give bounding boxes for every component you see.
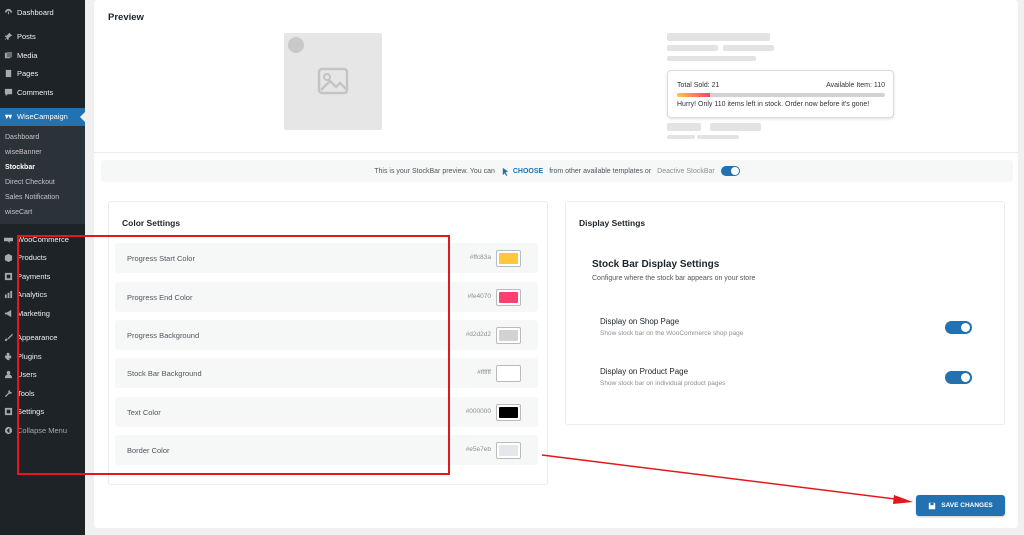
save-icon xyxy=(929,502,936,509)
submenu-item-wisecart[interactable]: wiseCart xyxy=(0,205,85,220)
color-swatch[interactable] xyxy=(496,404,521,421)
submenu-item-sales-notification[interactable]: Sales Notification xyxy=(0,190,85,205)
dashboard-icon xyxy=(4,8,13,17)
option-title: Display on Product Page xyxy=(600,367,689,376)
save-label: SAVE CHANGES xyxy=(941,502,993,509)
color-hex: #e5e7eb xyxy=(465,446,491,453)
color-swatch[interactable] xyxy=(496,327,521,344)
skeleton-line xyxy=(697,135,739,139)
color-hex: #ffffff xyxy=(477,369,491,376)
swatch-fill xyxy=(499,368,518,379)
shop-page-toggle[interactable] xyxy=(945,321,972,334)
sidebar-item-comments[interactable]: Comments xyxy=(0,83,85,102)
available-items: Available Item: 110 xyxy=(826,82,885,89)
color-swatch[interactable] xyxy=(496,250,521,267)
color-swatch[interactable] xyxy=(496,289,521,306)
sidebar-item-label: Posts xyxy=(17,32,36,42)
stock-bar-preview: Total Sold: 21 Available Item: 110 Hurry… xyxy=(667,70,894,118)
choose-label: CHOOSE xyxy=(512,167,544,175)
stockbar-toggle[interactable] xyxy=(720,166,740,176)
sidebar-item-label: Dashboard xyxy=(17,7,54,17)
highlight-box xyxy=(17,235,450,475)
plugin-icon xyxy=(4,352,13,361)
megaphone-icon xyxy=(4,309,13,318)
sidebar-item-label: WiseCampaign xyxy=(17,112,68,122)
swatch-fill xyxy=(499,407,518,418)
skeleton-line xyxy=(667,33,770,41)
comment-icon xyxy=(4,88,13,97)
submenu: Dashboard wiseBanner Stockbar Direct Che… xyxy=(0,126,85,224)
pointer-icon xyxy=(502,167,509,176)
option-shop-page: Display on Shop Page Show stock bar on t… xyxy=(600,317,980,337)
color-hex: #000000 xyxy=(465,408,491,415)
settings-icon xyxy=(4,407,13,416)
collapse-icon xyxy=(4,426,13,435)
swatch-fill xyxy=(499,330,518,341)
display-settings-panel: Display Settings Stock Bar Display Setti… xyxy=(565,201,1005,425)
color-hex: #ffc83a xyxy=(469,254,491,261)
wrench-icon xyxy=(4,389,13,398)
sidebar-item-label: Pages xyxy=(17,69,39,79)
preview-title: Preview xyxy=(108,12,144,23)
stock-message: Hurry! Only 110 items left in stock. Ord… xyxy=(677,101,870,108)
payment-icon xyxy=(4,272,13,281)
pin-icon xyxy=(4,32,13,41)
submenu-item-stockbar[interactable]: Stockbar xyxy=(0,160,85,175)
option-title: Display on Shop Page xyxy=(600,317,680,326)
skeleton-line xyxy=(723,45,774,51)
swatch-fill xyxy=(499,253,518,264)
color-hex: #d2d2d2 xyxy=(465,331,491,338)
swatch-fill xyxy=(499,445,518,456)
media-icon xyxy=(4,51,13,60)
wisecampaign-icon xyxy=(4,112,13,121)
submenu-item-dashboard[interactable]: Dashboard xyxy=(0,130,85,145)
display-settings-heading: Stock Bar Display Settings xyxy=(592,259,720,270)
skeleton-line xyxy=(710,123,761,131)
option-product-page: Display on Product Page Show stock bar o… xyxy=(600,367,980,387)
skeleton-line xyxy=(667,45,718,51)
color-settings-title: Color Settings xyxy=(122,218,181,228)
sidebar-item-pages[interactable]: Pages xyxy=(0,65,85,84)
skeleton-line xyxy=(667,56,756,61)
user-icon xyxy=(4,370,13,379)
sidebar-item-label: Media xyxy=(17,50,38,60)
skeleton-line xyxy=(667,135,695,139)
notice-suffix: from other available templates or xyxy=(549,167,652,175)
product-image-placeholder xyxy=(284,33,382,130)
display-settings-subtitle: Configure where the stock bar appears on… xyxy=(592,275,756,282)
color-swatch[interactable] xyxy=(496,365,521,382)
brush-icon xyxy=(4,333,14,342)
swatch-fill xyxy=(499,292,518,303)
page-icon xyxy=(4,69,13,78)
submenu-item-direct-checkout[interactable]: Direct Checkout xyxy=(0,175,85,190)
sidebar-item-wisecampaign[interactable]: WiseCampaign xyxy=(0,107,85,126)
product-page-toggle[interactable] xyxy=(945,371,972,384)
option-description: Show stock bar on the WooCommerce shop p… xyxy=(600,330,744,337)
submenu-item-wisebanner[interactable]: wiseBanner xyxy=(0,145,85,160)
total-sold: Total Sold: 21 xyxy=(677,82,720,89)
notice-text: This is your StockBar preview. You can xyxy=(374,167,495,175)
color-swatch[interactable] xyxy=(496,442,521,459)
deactivate-label: Deactive StockBar xyxy=(657,167,715,175)
choose-template-link[interactable]: CHOOSE xyxy=(501,167,543,176)
display-settings-title: Display Settings xyxy=(579,218,646,228)
option-description: Show stock bar on individual product pag… xyxy=(600,380,726,387)
preview-notice: This is your StockBar preview. You can C… xyxy=(101,160,1013,182)
image-icon xyxy=(317,67,349,95)
woo-icon xyxy=(4,235,13,244)
skeleton-line xyxy=(667,123,701,131)
sidebar-item-dashboard[interactable]: Dashboard xyxy=(0,3,85,22)
save-changes-button[interactable]: SAVE CHANGES xyxy=(916,495,1005,516)
color-hex: #fe4070 xyxy=(467,293,492,300)
stock-progress-bar xyxy=(677,93,885,97)
divider xyxy=(94,152,1018,153)
image-dot xyxy=(288,37,304,53)
chart-icon xyxy=(4,290,13,299)
stock-progress-fill xyxy=(677,93,711,97)
box-icon xyxy=(4,253,13,263)
sidebar-item-label: Comments xyxy=(17,87,54,97)
sidebar-item-media[interactable]: Media xyxy=(0,46,85,65)
sidebar-item-posts[interactable]: Posts xyxy=(0,28,85,47)
